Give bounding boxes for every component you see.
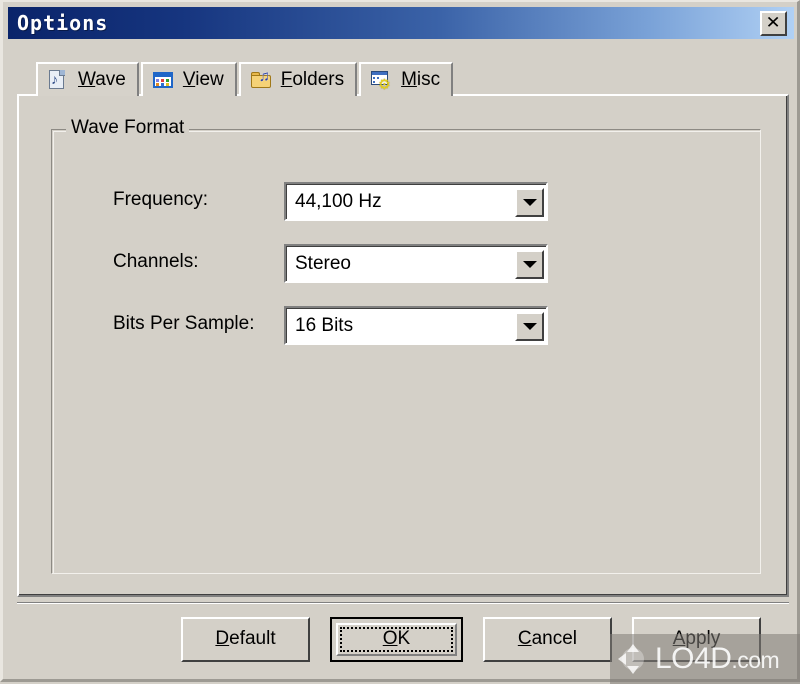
chevron-down-icon [522, 260, 537, 268]
tab-strip: ♪ Wave View ♫ Folders ⚙ Misc [36, 62, 455, 96]
tab-wave-label: Wave [78, 69, 126, 90]
title-bar[interactable]: Options ✕ [8, 7, 794, 39]
bits-per-sample-label: Bits Per Sample: [113, 313, 255, 334]
frequency-value: 44,100 Hz [295, 191, 382, 212]
frequency-label: Frequency: [113, 189, 209, 210]
channels-combobox[interactable]: Stereo [284, 244, 548, 283]
wave-format-group: Wave Format Frequency: 44,100 Hz Channel… [51, 117, 761, 574]
frequency-combobox[interactable]: 44,100 Hz [284, 182, 548, 221]
form-row-bits-per-sample: Bits Per Sample: 16 Bits [52, 306, 760, 346]
channels-label: Channels: [113, 251, 199, 272]
wave-format-group-caption: Wave Format [66, 117, 190, 139]
channels-dropdown-button[interactable] [515, 249, 544, 279]
bits-per-sample-dropdown-button[interactable] [515, 311, 544, 341]
tab-view-label: View [182, 69, 224, 90]
ok-button[interactable]: OK [330, 616, 463, 662]
close-button[interactable]: ✕ [760, 10, 787, 36]
tab-page-wave: Wave Format Frequency: 44,100 Hz Channel… [17, 94, 789, 597]
cancel-button[interactable]: Cancel [482, 616, 612, 662]
chevron-down-icon [522, 198, 537, 206]
tab-wave[interactable]: ♪ Wave [36, 62, 139, 96]
tab-folders[interactable]: ♫ Folders [238, 62, 358, 96]
apply-button-label: Apply [672, 628, 721, 649]
chevron-down-icon [522, 322, 537, 330]
tab-folders-label: Folders [280, 69, 345, 90]
window-title: Options [17, 11, 109, 35]
wave-note-page-icon: ♪ [47, 69, 69, 91]
channels-value: Stereo [295, 253, 351, 274]
tab-view[interactable]: View [140, 62, 237, 96]
view-window-dots-icon [152, 69, 174, 91]
frequency-dropdown-button[interactable] [515, 187, 544, 217]
default-button-label: Default [215, 628, 276, 649]
folder-music-icon: ♫ [250, 69, 272, 91]
form-row-frequency: Frequency: 44,100 Hz [52, 182, 760, 222]
form-row-channels: Channels: Stereo [52, 244, 760, 284]
default-button[interactable]: Default [181, 616, 311, 662]
options-dialog-window: Options ✕ ♪ Wave View ♫ Folders ⚙ Misc W… [0, 0, 800, 684]
window-gear-icon: ⚙ [370, 69, 392, 91]
close-icon: ✕ [766, 12, 781, 33]
cancel-button-label: Cancel [517, 628, 577, 649]
tab-misc[interactable]: ⚙ Misc [359, 62, 454, 96]
button-bar-separator [17, 602, 789, 604]
focus-rectangle [340, 626, 453, 652]
bits-per-sample-combobox[interactable]: 16 Bits [284, 306, 548, 345]
apply-button[interactable]: Apply [631, 616, 761, 662]
bits-per-sample-value: 16 Bits [295, 315, 354, 336]
button-bar: Default OK Cancel Apply [181, 616, 781, 662]
tab-misc-label: Misc [401, 69, 441, 90]
